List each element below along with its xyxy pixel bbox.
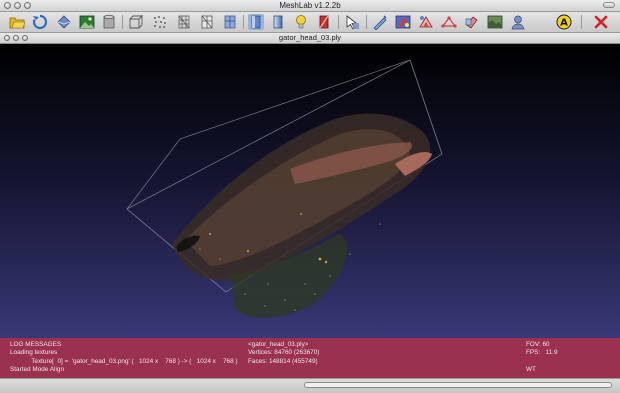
color-icon[interactable]: [316, 14, 332, 30]
mesh-name: <gator_head_03.ply>: [248, 341, 309, 348]
select-faces-icon[interactable]: [418, 14, 434, 30]
status-bar: [0, 378, 620, 393]
delete-icon[interactable]: [593, 14, 609, 30]
mesh-info: <gator_head_03.ply> Vertices: 84760 (263…: [248, 341, 319, 366]
fps-value: FPS: 11.9: [526, 349, 558, 357]
log-header: LOG MESSAGES: [10, 341, 62, 348]
measure-icon[interactable]: [372, 14, 388, 30]
points-icon[interactable]: [152, 14, 168, 30]
progress-bar: [304, 382, 612, 388]
log-line: Texture[ 0] = 'gator_head_03.png' ( 1024…: [10, 357, 238, 365]
document-title-bar: gator_head_03.ply: [0, 33, 620, 44]
texture-icon[interactable]: [487, 14, 503, 30]
annotation-letter: A: [560, 18, 568, 29]
document-title: gator_head_03.ply: [278, 33, 342, 42]
smooth-icon[interactable]: [270, 14, 286, 30]
vertices-count: Vertices: 84760 (263670): [248, 349, 320, 357]
open-icon[interactable]: [9, 14, 25, 30]
fov-value: FOV: 60: [526, 341, 550, 348]
user-icon[interactable]: [510, 14, 526, 30]
render-info: FOV: 60 FPS: 11.9 WT: [526, 341, 558, 374]
annotation-icon[interactable]: A: [556, 14, 572, 30]
log-line: Loading textures: [10, 349, 58, 357]
title-bar: MeshLab v1.2.2b: [0, 0, 620, 12]
faces-count: Faces: 148814 (455749): [248, 357, 318, 365]
mesh-render: [126, 59, 443, 318]
select-icon[interactable]: [344, 14, 360, 30]
select-vertices-icon[interactable]: [441, 14, 457, 30]
toolbar-toggle-button[interactable]: [603, 2, 615, 8]
flat-icon[interactable]: [248, 14, 264, 30]
snapshot-icon[interactable]: [79, 14, 95, 30]
paint-icon[interactable]: [395, 14, 411, 30]
wireframe-icon[interactable]: [176, 14, 192, 30]
3d-viewport[interactable]: [0, 44, 620, 338]
hidden-lines-icon[interactable]: [199, 14, 215, 30]
import-icon[interactable]: [56, 14, 72, 30]
info-panel: LOG MESSAGES Loading textures Texture[ 0…: [0, 338, 620, 378]
align-icon[interactable]: [464, 14, 480, 30]
light-icon[interactable]: [293, 14, 309, 30]
log-line: Started Mode Align: [10, 366, 64, 374]
box-icon[interactable]: [128, 14, 144, 30]
render-mode: WT: [526, 365, 536, 373]
cylinder-icon[interactable]: [101, 14, 117, 30]
window-title: MeshLab v1.2.2b: [279, 1, 341, 10]
point-cloud: [172, 113, 432, 318]
flat-lines-icon[interactable]: [222, 14, 238, 30]
log-panel: LOG MESSAGES Loading textures Texture[ 0…: [10, 341, 238, 375]
main-toolbar: A: [0, 12, 620, 33]
reload-icon[interactable]: [32, 14, 48, 30]
